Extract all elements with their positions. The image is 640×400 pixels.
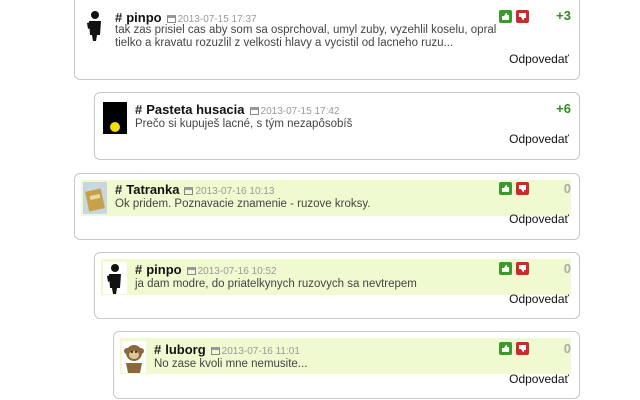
comment-header: # Pasteta husacia 2013-07-15 17:42 [135, 102, 339, 118]
thumb-down-icon[interactable] [516, 10, 529, 23]
comment-card: # luborg 2013-07-16 11:01 0 No zase kvol… [113, 331, 580, 399]
comment-header: # luborg 2013-07-16 11:01 [154, 342, 300, 358]
comment-date: 2013-07-16 11:01 [221, 346, 300, 357]
comment-date: 2013-07-16 10:13 [195, 186, 275, 197]
author-name[interactable]: Tatranka [126, 182, 179, 197]
author-name[interactable]: Pasteta husacia [146, 102, 244, 117]
comment-card: # pinpo 2013-07-15 17:37 +3 tak zas pris… [74, 0, 580, 80]
thumb-down-icon[interactable] [516, 182, 529, 195]
avatar[interactable] [103, 262, 127, 294]
comment-card: # Pasteta husacia 2013-07-15 17:42 +6 Pr… [94, 92, 580, 160]
comment-text-line: tielko a kravatu rozuzlil z velkosti hla… [115, 37, 454, 49]
thumb-up-icon[interactable] [499, 182, 512, 195]
comment-score: +6 [556, 101, 571, 116]
comment-score: 0 [563, 341, 571, 356]
avatar[interactable] [83, 9, 107, 41]
permalink-hash[interactable]: # [135, 262, 142, 277]
author-name[interactable]: luborg [165, 342, 205, 357]
comment-date: 2013-07-16 10:52 [197, 266, 277, 277]
comment-card: # Tatranka 2013-07-16 10:13 0 Ok pridem.… [74, 173, 580, 240]
permalink-hash[interactable]: # [135, 102, 142, 117]
avatar[interactable] [122, 341, 146, 373]
comment-text-line: Prečo si kupuješ lacné, s tým nezapôsobí… [135, 118, 353, 130]
calendar-icon [210, 347, 220, 355]
reply-link[interactable]: Odpovedať [509, 52, 569, 66]
permalink-hash[interactable]: # [115, 10, 122, 25]
comment-text: Ok pridem. Poznavacie znamenie - ruzove … [115, 198, 370, 211]
calendar-icon [166, 15, 176, 23]
comment-text-line: tak zas prisiel cas aby som sa osprchova… [115, 24, 497, 36]
author-name[interactable]: pinpo [126, 10, 161, 25]
thumb-up-icon[interactable] [499, 342, 512, 355]
calendar-icon [184, 187, 194, 195]
permalink-hash[interactable]: # [154, 342, 161, 357]
comment-card: # pinpo 2013-07-16 10:52 0 ja dam modre,… [94, 252, 580, 319]
permalink-hash[interactable]: # [115, 182, 122, 197]
avatar[interactable] [83, 182, 107, 214]
comment-text: tak zas prisiel cas aby som sa osprchova… [115, 24, 496, 50]
reply-link[interactable]: Odpovedať [509, 212, 569, 226]
comment-text-line: No zase kvoli mne nemusite... [154, 358, 308, 370]
comment-text: Prečo si kupuješ lacné, s tým nezapôsobí… [135, 118, 352, 131]
comment-date: 2013-07-15 17:42 [260, 106, 340, 117]
reply-link[interactable]: Odpovedať [509, 372, 569, 386]
thumb-down-icon[interactable] [516, 262, 529, 275]
vote-buttons [499, 342, 529, 355]
vote-buttons [499, 262, 529, 275]
comment-text: No zase kvoli mne nemusite... [154, 358, 307, 371]
comment-text-line: Ok pridem. Poznavacie znamenie - ruzove … [115, 198, 371, 210]
comment-header: # Tatranka 2013-07-16 10:13 [115, 182, 274, 198]
reply-link[interactable]: Odpovedať [509, 132, 569, 146]
reply-link[interactable]: Odpovedať [509, 292, 569, 306]
vote-buttons [499, 182, 529, 195]
thumb-down-icon[interactable] [516, 342, 529, 355]
author-name[interactable]: pinpo [146, 262, 181, 277]
avatar[interactable] [103, 102, 127, 134]
comment-text-line: ja dam modre, do priatelkynych ruzovych … [135, 278, 417, 290]
thumb-up-icon[interactable] [499, 262, 512, 275]
comment-score: 0 [563, 181, 571, 196]
vote-buttons [499, 10, 529, 23]
comment-score: +3 [556, 8, 571, 23]
calendar-icon [186, 267, 196, 275]
thumb-up-icon[interactable] [499, 10, 512, 23]
comment-score: 0 [563, 261, 571, 276]
comment-header: # pinpo 2013-07-16 10:52 [135, 262, 277, 278]
comment-text: ja dam modre, do priatelkynych ruzovych … [135, 278, 417, 291]
calendar-icon [249, 107, 259, 115]
